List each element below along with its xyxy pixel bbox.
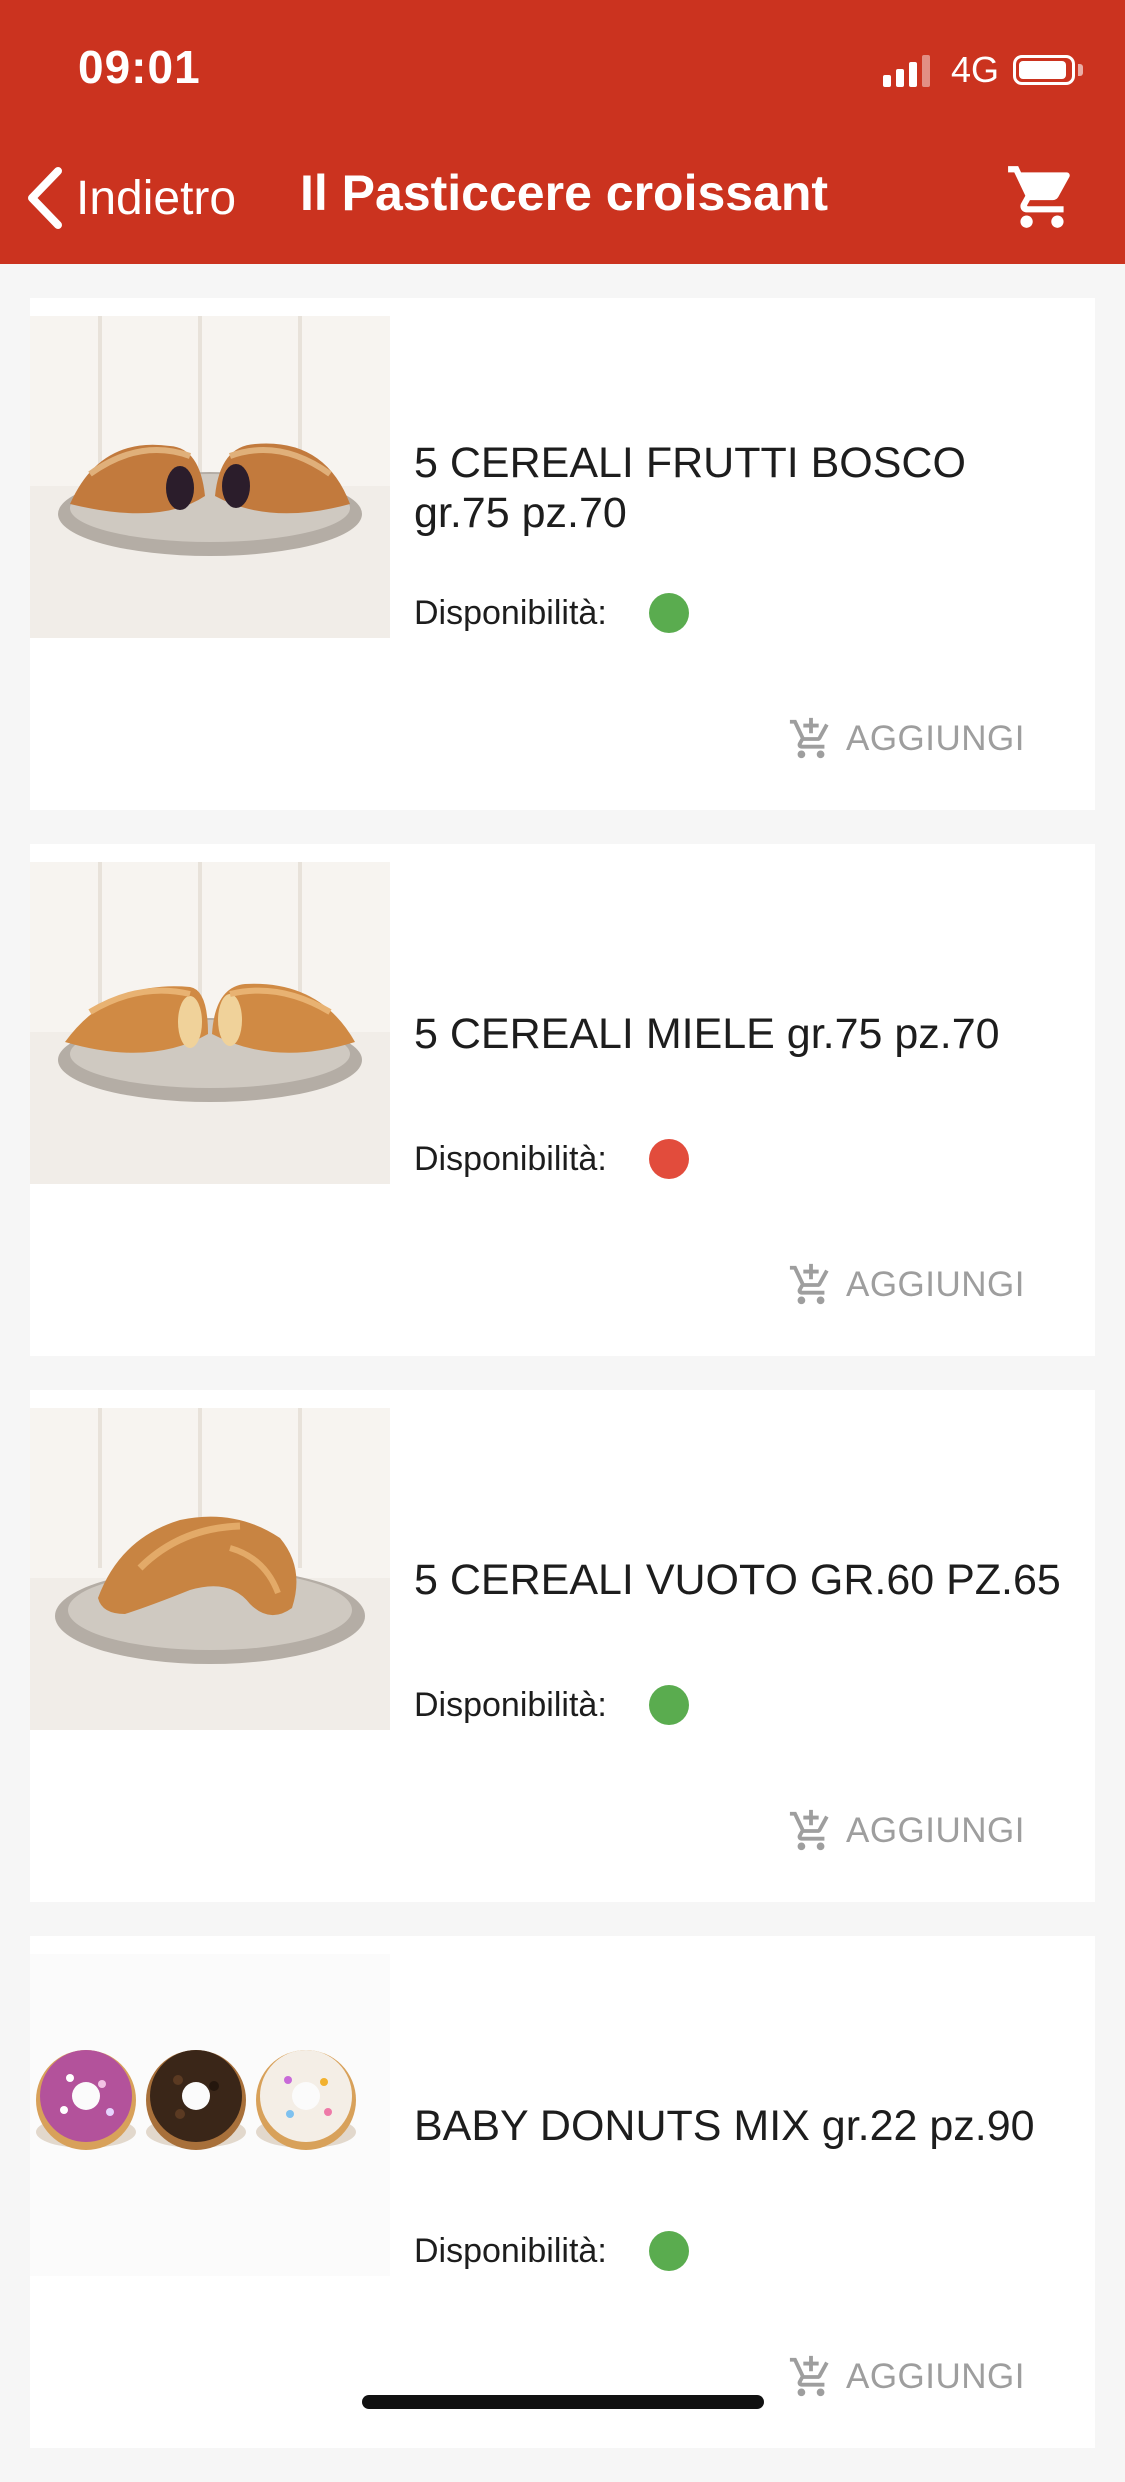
battery-tip [1078,64,1083,76]
product-card[interactable]: 5 CEREALI FRUTTI BOSCO gr.75 pz.70 Dispo… [30,298,1095,810]
battery-icon [1013,55,1075,85]
product-image [30,1954,390,2276]
chevron-left-icon [28,167,62,229]
add-to-cart-button[interactable]: AGGIUNGI [788,1262,1025,1308]
add-label: AGGIUNGI [845,2357,1025,2396]
app-header: 09:01 4G Indietro Il Pasticcere croissan… [0,0,1125,264]
home-indicator[interactable] [362,2395,764,2409]
product-image [30,862,390,1184]
product-name: 5 CEREALI MIELE gr.75 pz.70 [414,1010,1000,1058]
battery-level [1019,61,1067,79]
back-button[interactable]: Indietro [24,158,236,238]
availability-label: Disponibilità: [414,593,607,632]
availability-indicator [648,1685,689,1725]
add-cart-icon [789,1809,829,1851]
croissant-berries-photo [30,316,390,638]
add-label: AGGIUNGI [845,1265,1025,1304]
add-to-cart-button[interactable]: AGGIUNGI [788,1808,1025,1854]
add-cart-icon [789,2355,829,2397]
availability: Disponibilità: [414,2231,689,2271]
availability: Disponibilità: [414,593,689,633]
availability: Disponibilità: [414,1139,689,1179]
availability-label: Disponibilità: [414,2231,607,2270]
availability-indicator [648,1139,689,1179]
add-cart-icon [789,717,829,759]
product-list: 5 CEREALI FRUTTI BOSCO gr.75 pz.70 Dispo… [30,298,1095,2482]
product-image [30,316,390,638]
status-indicators: 4G [882,48,1083,92]
availability-indicator [648,2231,689,2271]
add-label: AGGIUNGI [845,719,1025,758]
add-to-cart-button[interactable]: AGGIUNGI [788,2354,1025,2400]
add-label: AGGIUNGI [845,1811,1025,1850]
product-name: BABY DONUTS MIX gr.22 pz.90 [414,2102,1035,2150]
cart-icon [1008,166,1070,228]
availability-label: Disponibilità: [414,1685,607,1724]
product-image [30,1408,390,1730]
network-type: 4G [950,49,999,90]
cart-button[interactable] [1005,160,1079,234]
signal-icon [882,53,935,87]
donuts-mix-photo [30,1954,390,2276]
page-title: Il Pasticcere croissant [300,165,829,221]
availability: Disponibilità: [414,1685,689,1725]
croissant-plain-photo [30,1408,390,1730]
status-time: 09:01 [78,41,201,93]
croissant-honey-photo [30,862,390,1184]
product-name: 5 CEREALI FRUTTI BOSCO gr.75 pz.70 [414,439,966,537]
product-card[interactable]: 5 CEREALI MIELE gr.75 pz.70 Disponibilit… [30,844,1095,1356]
product-card[interactable]: BABY DONUTS MIX gr.22 pz.90 Disponibilit… [30,1936,1095,2448]
add-to-cart-button[interactable]: AGGIUNGI [788,716,1025,762]
product-card[interactable]: 5 CEREALI VUOTO GR.60 PZ.65 Disponibilit… [30,1390,1095,1902]
add-cart-icon [789,1263,829,1305]
availability-label: Disponibilità: [414,1139,607,1178]
product-name: 5 CEREALI VUOTO GR.60 PZ.65 [414,1556,1061,1604]
availability-indicator [648,593,689,633]
back-label: Indietro [76,171,237,225]
